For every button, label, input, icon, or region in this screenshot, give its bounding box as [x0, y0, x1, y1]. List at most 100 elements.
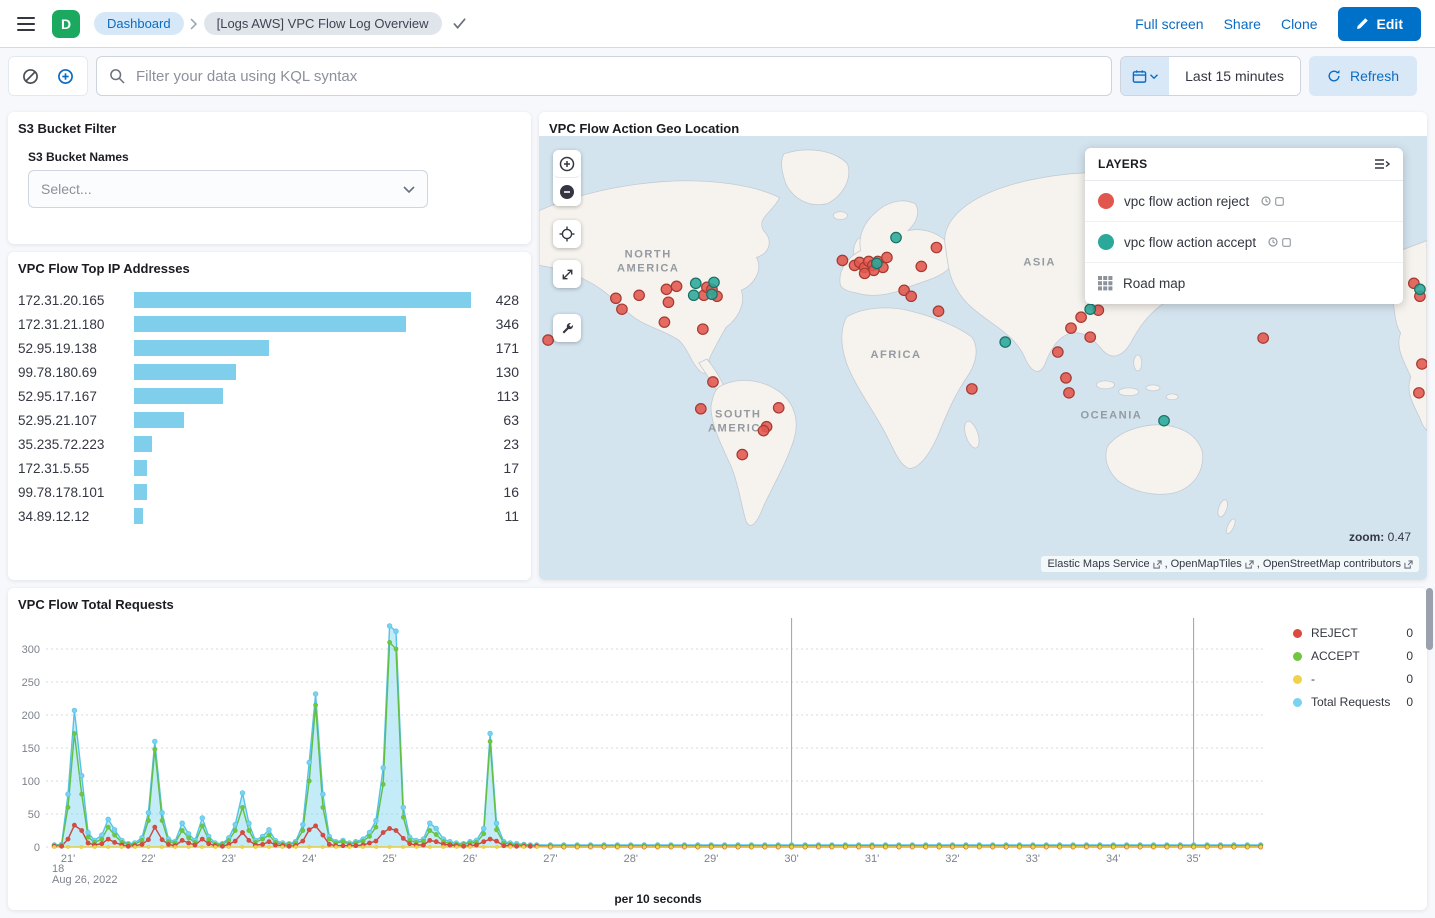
data-point[interactable]: [321, 845, 324, 848]
search-input[interactable]: [134, 67, 1099, 86]
data-point[interactable]: [1232, 845, 1235, 848]
data-point[interactable]: [421, 843, 425, 847]
data-point[interactable]: [227, 838, 231, 842]
data-point[interactable]: [656, 845, 659, 848]
data-point[interactable]: [160, 819, 164, 823]
data-point[interactable]: [86, 830, 91, 835]
data-point[interactable]: [790, 845, 793, 848]
data-point[interactable]: [589, 845, 592, 848]
data-point[interactable]: [314, 703, 318, 707]
data-point[interactable]: [187, 841, 191, 845]
data-point[interactable]: [374, 818, 379, 823]
data-point[interactable]: [153, 825, 157, 829]
data-point[interactable]: [394, 629, 399, 634]
reject-dot[interactable]: [1258, 333, 1269, 343]
data-point[interactable]: [1018, 845, 1021, 848]
data-point[interactable]: [536, 845, 539, 848]
data-point[interactable]: [207, 842, 211, 846]
data-point[interactable]: [327, 842, 331, 846]
data-point[interactable]: [153, 747, 157, 751]
data-point[interactable]: [381, 782, 385, 786]
data-point[interactable]: [367, 834, 371, 838]
data-point[interactable]: [80, 828, 84, 832]
data-point[interactable]: [66, 805, 70, 809]
data-point[interactable]: [1165, 845, 1168, 848]
data-point[interactable]: [401, 805, 406, 810]
data-point[interactable]: [394, 828, 398, 832]
reject-dot[interactable]: [696, 404, 707, 414]
reject-dot[interactable]: [634, 290, 645, 300]
data-point[interactable]: [857, 845, 860, 848]
data-point[interactable]: [374, 839, 378, 843]
data-point[interactable]: [294, 845, 297, 848]
data-point[interactable]: [474, 843, 478, 847]
total-requests-chart[interactable]: 05010015020025030021'22'23'24'25'26'27'2…: [8, 610, 1416, 910]
data-point[interactable]: [341, 840, 345, 844]
data-point[interactable]: [267, 833, 271, 837]
add-filter-icon[interactable]: [52, 62, 80, 90]
ip-bar[interactable]: [134, 460, 471, 476]
data-point[interactable]: [1031, 845, 1034, 848]
layer-item[interactable]: Road map: [1085, 263, 1403, 304]
data-point[interactable]: [66, 837, 70, 841]
data-point[interactable]: [220, 844, 224, 848]
data-point[interactable]: [261, 842, 265, 846]
data-point[interactable]: [313, 692, 318, 697]
data-point[interactable]: [72, 708, 77, 713]
reject-dot[interactable]: [1053, 347, 1064, 357]
data-point[interactable]: [341, 844, 345, 848]
reject-dot[interactable]: [663, 297, 674, 307]
legend-item[interactable]: ACCEPT0: [1293, 649, 1413, 663]
breadcrumb-dashboard[interactable]: Dashboard: [94, 12, 184, 35]
data-point[interactable]: [494, 828, 498, 832]
ip-bar[interactable]: [134, 316, 471, 332]
data-point[interactable]: [455, 845, 458, 848]
data-point[interactable]: [562, 845, 565, 848]
data-point[interactable]: [147, 845, 150, 848]
data-point[interactable]: [830, 845, 833, 848]
data-point[interactable]: [408, 842, 412, 846]
scrollbar-thumb[interactable]: [1426, 588, 1433, 650]
data-point[interactable]: [240, 791, 245, 796]
data-point[interactable]: [844, 845, 847, 848]
data-point[interactable]: [354, 844, 358, 848]
data-point[interactable]: [160, 845, 163, 848]
data-point[interactable]: [991, 845, 994, 848]
share-link[interactable]: Share: [1224, 16, 1261, 32]
data-point[interactable]: [576, 845, 579, 848]
data-point[interactable]: [200, 845, 203, 848]
data-point[interactable]: [106, 837, 110, 841]
data-point[interactable]: [86, 835, 90, 839]
data-point[interactable]: [301, 828, 305, 832]
data-point[interactable]: [1206, 845, 1209, 848]
data-point[interactable]: [804, 845, 807, 848]
data-point[interactable]: [140, 842, 144, 846]
data-point[interactable]: [174, 845, 177, 848]
attribution-link[interactable]: Elastic Maps Service: [1047, 558, 1149, 570]
reject-dot[interactable]: [671, 281, 682, 291]
data-point[interactable]: [187, 836, 191, 840]
data-point[interactable]: [106, 817, 111, 822]
data-point[interactable]: [871, 845, 874, 848]
set-view-crosshair-icon[interactable]: [553, 220, 581, 248]
s3-bucket-select[interactable]: Select...: [28, 170, 428, 208]
menu-icon[interactable]: [10, 8, 42, 40]
ip-bar[interactable]: [134, 292, 471, 308]
data-point[interactable]: [494, 839, 498, 843]
edit-button[interactable]: Edit: [1338, 7, 1421, 41]
layer-item[interactable]: vpc flow action reject: [1085, 181, 1403, 222]
data-point[interactable]: [911, 845, 914, 848]
world-map[interactable]: NORTHAMERICASOUTHAMERICAAFRICAASIAOCEANI…: [539, 136, 1427, 580]
data-point[interactable]: [448, 843, 452, 847]
data-point[interactable]: [241, 845, 244, 848]
reject-dot[interactable]: [617, 304, 628, 314]
ip-bar[interactable]: [134, 484, 471, 500]
data-point[interactable]: [166, 842, 170, 846]
ip-bar[interactable]: [134, 412, 471, 428]
data-point[interactable]: [924, 845, 927, 848]
data-point[interactable]: [146, 819, 150, 823]
data-point[interactable]: [964, 845, 967, 848]
data-point[interactable]: [938, 845, 941, 848]
zoom-out-icon[interactable]: [553, 178, 581, 206]
data-point[interactable]: [388, 640, 392, 644]
